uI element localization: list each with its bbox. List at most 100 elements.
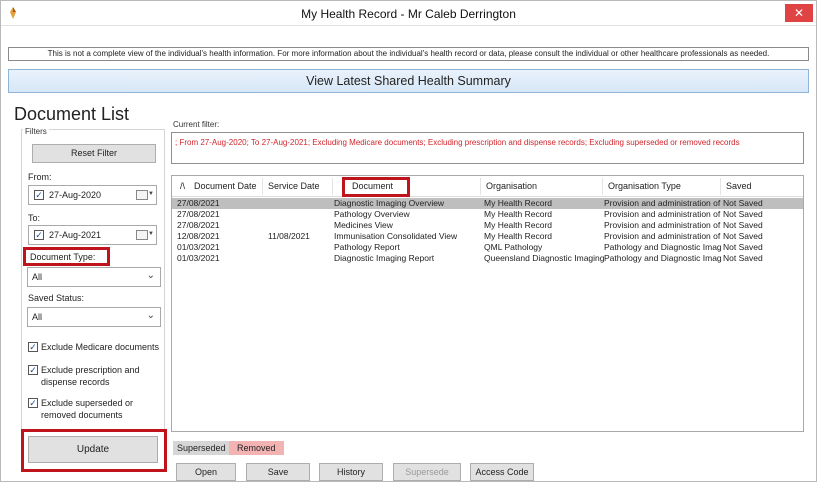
chevron-down-icon: ⌄ — [146, 310, 155, 321]
cell-organisation: Queensland Diagnostic Imaging — [484, 253, 605, 263]
label-line: Exclude prescription and — [41, 365, 140, 375]
label-line: Exclude superseded or — [41, 398, 134, 408]
table-row[interactable]: 12/08/2021 11/08/2021 Immunisation Consoli… — [172, 231, 803, 242]
info-banner: This is not a complete view of the indiv… — [8, 47, 809, 61]
column-document[interactable]: Document — [352, 181, 393, 191]
exclude-superseded-checkbox[interactable]: ✓ Exclude superseded or removed document… — [28, 397, 160, 423]
cell-organisation: My Health Record — [484, 220, 553, 230]
chevron-down-icon[interactable]: ▼ — [148, 191, 154, 197]
checkbox-check[interactable]: ✓ — [28, 398, 38, 408]
from-date-picker[interactable]: ✓ 27-Aug-2020 ▼ — [28, 185, 157, 205]
cell-document-date: 27/08/2021 — [177, 220, 220, 230]
from-date-checkbox[interactable]: ✓ — [34, 190, 44, 200]
to-date-checkbox[interactable]: ✓ — [34, 230, 44, 240]
from-label: From: — [28, 172, 52, 182]
cell-document: Diagnostic Imaging Overview — [334, 198, 445, 208]
cell-saved: Not Saved — [723, 242, 763, 252]
table-row[interactable]: 27/08/2021 Pathology Overview My Health Re… — [172, 209, 803, 220]
exclude-prescription-checkbox[interactable]: ✓ Exclude prescription and dispense reco… — [28, 364, 160, 390]
window-title: My Health Record - Mr Caleb Derrington — [301, 7, 516, 21]
chevron-down-icon[interactable]: ▼ — [148, 231, 154, 237]
calendar-icon[interactable] — [136, 230, 148, 240]
cell-organisation-type: Provision and administration of — [604, 209, 721, 219]
cell-document: Pathology Report — [334, 242, 400, 252]
open-button[interactable]: Open — [176, 463, 236, 481]
saved-status-label: Saved Status: — [28, 293, 85, 303]
table-row[interactable]: 27/08/2021 Medicines View My Health Record… — [172, 220, 803, 231]
chevron-down-icon: ⌄ — [146, 270, 155, 281]
column-separator[interactable] — [480, 178, 481, 195]
table-header: /\ Document Date Service Date Document O… — [172, 176, 803, 197]
cell-saved: Not Saved — [723, 231, 763, 241]
cell-document-date: 01/03/2021 — [177, 253, 220, 263]
cell-organisation-type: Provision and administration of — [604, 231, 721, 241]
document-type-select[interactable]: All ⌄ — [27, 267, 161, 287]
column-separator[interactable] — [332, 178, 333, 195]
current-filter-label: Current filter: — [173, 120, 220, 129]
view-shared-health-summary-button[interactable]: View Latest Shared Health Summary — [8, 69, 809, 93]
column-organisation-type[interactable]: Organisation Type — [608, 181, 681, 191]
cell-organisation-type: Pathology and Diagnostic Imag — [604, 253, 722, 263]
column-separator[interactable] — [720, 178, 721, 195]
cell-organisation: QML Pathology — [484, 242, 543, 252]
cell-document-date: 27/08/2021 — [177, 209, 220, 219]
saved-status-select[interactable]: All ⌄ — [27, 307, 161, 327]
column-service-date[interactable]: Service Date — [268, 181, 320, 191]
table-row[interactable]: 27/08/2021 Diagnostic Imaging Overview My … — [172, 198, 803, 209]
supersede-button: Supersede — [393, 463, 461, 481]
document-type-label: Document Type: — [30, 252, 96, 262]
document-list-title: Document List — [14, 104, 134, 125]
app-window: My Health Record - Mr Caleb Derrington ✕… — [0, 0, 817, 482]
cell-document-date: 27/08/2021 — [177, 198, 220, 208]
cell-document-date: 01/03/2021 — [177, 242, 220, 252]
cell-organisation-type: Provision and administration of — [604, 198, 721, 208]
exclude-prescription-label: Exclude prescription and dispense record… — [41, 364, 140, 388]
document-table: /\ Document Date Service Date Document O… — [171, 175, 804, 432]
cell-organisation-type: Pathology and Diagnostic Imag — [604, 242, 722, 252]
update-button[interactable]: Update — [28, 436, 158, 463]
cell-document: Diagnostic Imaging Report — [334, 253, 435, 263]
superseded-legend: Superseded — [173, 441, 230, 455]
column-separator[interactable] — [602, 178, 603, 195]
removed-legend: Removed — [229, 441, 284, 455]
cell-organisation: My Health Record — [484, 198, 553, 208]
checkbox-check[interactable]: ✓ — [28, 365, 38, 375]
table-row[interactable]: 01/03/2021 Pathology Report QML Pathology P… — [172, 242, 803, 253]
cell-service-date: 11/08/2021 — [268, 231, 310, 241]
calendar-icon[interactable] — [136, 190, 148, 200]
exclude-superseded-label: Exclude superseded or removed documents — [41, 397, 133, 421]
column-organisation[interactable]: Organisation — [486, 181, 537, 191]
label-line: removed documents — [41, 410, 123, 420]
column-separator[interactable] — [262, 178, 263, 195]
saved-status-value: All — [32, 312, 43, 322]
sort-icon[interactable]: /\ — [180, 181, 185, 191]
reset-filter-button[interactable]: Reset Filter — [32, 144, 156, 163]
cell-organisation: My Health Record — [484, 231, 553, 241]
table-row[interactable]: 01/03/2021 Diagnostic Imaging Report Queen… — [172, 253, 803, 264]
cell-organisation-type: Provision and administration of — [604, 220, 721, 230]
checkbox-check[interactable]: ✓ — [28, 342, 38, 352]
cell-document: Pathology Overview — [334, 209, 410, 219]
title-bar: My Health Record - Mr Caleb Derrington ✕ — [1, 1, 816, 26]
to-date-value: 27-Aug-2021 — [49, 230, 102, 240]
column-document-date[interactable]: Document Date — [194, 181, 257, 191]
to-date-picker[interactable]: ✓ 27-Aug-2021 ▼ — [28, 225, 157, 245]
history-button[interactable]: History — [319, 463, 383, 481]
close-button[interactable]: ✕ — [785, 4, 813, 22]
save-button[interactable]: Save — [246, 463, 310, 481]
cell-document: Medicines View — [334, 220, 393, 230]
cell-saved: Not Saved — [723, 209, 763, 219]
label-line: dispense records — [41, 377, 110, 387]
to-label: To: — [28, 213, 41, 223]
exclude-medicare-checkbox[interactable]: ✓ Exclude Medicare documents — [28, 341, 160, 355]
cell-saved: Not Saved — [723, 198, 763, 208]
cell-document-date: 12/08/2021 — [177, 231, 220, 241]
cell-organisation: My Health Record — [484, 209, 553, 219]
exclude-medicare-label: Exclude Medicare documents — [41, 342, 160, 352]
access-code-button[interactable]: Access Code — [470, 463, 534, 481]
column-saved[interactable]: Saved — [726, 181, 752, 191]
current-filter-text: ; From 27-Aug-2020; To 27-Aug-2021; Excl… — [171, 132, 804, 164]
cell-saved: Not Saved — [723, 253, 763, 263]
cell-document: Immunisation Consolidated View — [334, 231, 458, 241]
filters-label: Filters — [23, 127, 49, 136]
